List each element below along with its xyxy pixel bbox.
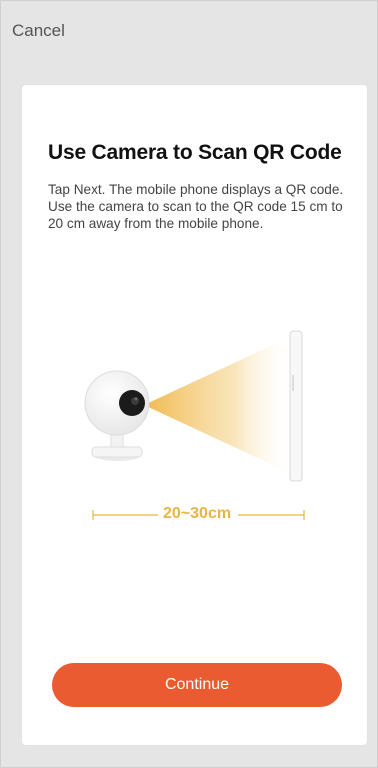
- continue-button[interactable]: Continue: [52, 663, 342, 707]
- phone-icon: [289, 330, 303, 482]
- camera-icon: [84, 370, 150, 461]
- instruction-card: Use Camera to Scan QR Code Tap Next. The…: [22, 85, 367, 745]
- cancel-button[interactable]: Cancel: [12, 21, 65, 41]
- scan-illustration: [84, 330, 305, 520]
- scan-beam-icon: [144, 335, 294, 475]
- screen: Cancel Use Camera to Scan QR Code Tap Ne…: [0, 0, 378, 768]
- distance-label: 20~30cm: [163, 505, 232, 522]
